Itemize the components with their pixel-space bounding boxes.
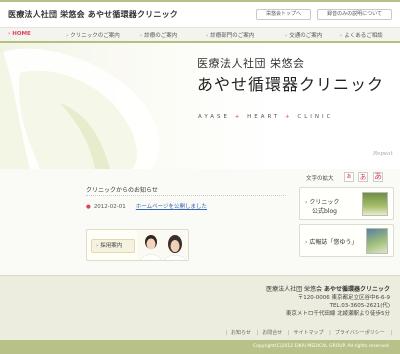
tagline-word: CLINIC [297, 114, 334, 120]
footer-access: 東京メトロ千代田線 北綾瀬駅より徒歩5分 [285, 311, 390, 317]
arrow-icon: › [140, 33, 143, 39]
hero-banner: 医療法人社団 栄悠会 あやせ循環器クリニック AYASE + HEART + C… [0, 43, 400, 169]
group-top-button[interactable]: 栄悠会トップへ [256, 9, 311, 20]
font-size-medium-button[interactable]: あ [358, 172, 368, 182]
site-footer: 医療法人社団 栄悠会 あやせ循環器クリニック 〒120-0006 東京都足立区谷… [0, 275, 400, 354]
footer-links: | お知らせ | お問合せ | サイトマップ | プライバシーポリシー | [221, 329, 392, 336]
hero-tagline: AYASE + HEART + CLINIC [198, 114, 333, 120]
arrow-icon: › [305, 199, 308, 206]
nav-item-label: HOME [12, 31, 31, 37]
nav-item-treatment[interactable]: › 診療のご案内 [140, 31, 177, 39]
nav-item-label: 診療のご案内 [144, 33, 178, 39]
footer-link-contact[interactable]: お問合せ [262, 330, 282, 336]
footer-address: 〒120-0006 東京都足立区谷中6-6-9 [297, 295, 390, 301]
pr-magazine-banner[interactable]: › 広報誌「悠ゆう」 [299, 224, 394, 257]
header-logo[interactable]: 医療法人社団 栄悠会 あやせ循環器クリニック [8, 9, 178, 20]
pr-magazine-thumbnail [366, 228, 388, 254]
nav-item-label: 診療部門のご案内 [210, 33, 255, 39]
arrow-icon: › [96, 243, 99, 249]
main-content: クリニックからのお知らせ ● 2012-02-01 ホームページを公開しました › 採… [0, 169, 400, 275]
arrow-icon: › [8, 31, 11, 37]
nav-item-clinic[interactable]: › クリニックのご案内 [66, 31, 120, 39]
arrow-icon: › [285, 33, 288, 39]
arrow-icon: › [305, 239, 308, 246]
recording-info-button[interactable]: 録音のみの説明について [317, 9, 392, 20]
footer-name: 医療法人社団 栄悠会 あやせ循環器クリニック [266, 284, 390, 293]
plus-icon: + [285, 114, 293, 120]
footer-clinic: あやせ循環器クリニック [323, 286, 390, 293]
repeat-label: Repeat [373, 151, 393, 157]
footer-link-sitemap[interactable]: サイトマップ [294, 330, 324, 336]
separator: | [329, 330, 331, 336]
footer-link-privacy[interactable]: プライバシーポリシー [335, 330, 385, 336]
footer-tel: TEL.03-3605-2621(代) [329, 303, 390, 309]
blog-thumbnail [362, 192, 388, 216]
news-link[interactable]: ホームページを公開しました [136, 204, 207, 210]
site-header: 医療法人社団 栄悠会 あやせ循環器クリニック 栄悠会トップへ 録音のみの説明につ… [0, 2, 400, 26]
recruit-banner[interactable]: › 採用案内 [86, 229, 189, 261]
copyright: Copyright(C)2012 EIKAI MEDICAL GROUP. Al… [253, 344, 390, 349]
tagline-word: AYASE [198, 114, 230, 120]
footer-bar: Copyright(C)2012 EIKAI MEDICAL GROUP. Al… [0, 340, 400, 354]
tagline-word: HEART [247, 114, 281, 120]
arrow-icon: › [66, 33, 69, 39]
pr-label: › 広報誌「悠ゆう」 [305, 237, 357, 246]
arrow-icon: › [206, 33, 209, 39]
footer-org: 医療法人社団 栄悠会 [266, 286, 323, 293]
news-date: 2012-02-01 [93, 204, 126, 210]
recruit-label: 採用案内 [100, 243, 123, 249]
font-size-label: 文字の拡大 [306, 176, 334, 182]
hero-clinic-name: あやせ循環器クリニック [197, 75, 385, 94]
hero-org-name: 医療法人社団 栄悠会 [197, 57, 305, 70]
separator: | [256, 330, 259, 336]
plus-icon: + [234, 114, 243, 120]
footer-link-news[interactable]: お知らせ [231, 330, 251, 336]
nav-item-departments[interactable]: › 診療部門のご案内 [206, 31, 254, 39]
recruit-button[interactable]: › 採用案内 [91, 239, 135, 253]
pr-magazine-label: 広報誌「悠ゆう」 [309, 239, 358, 246]
nav-item-access[interactable]: › 交通のご案内 [285, 31, 322, 39]
news-divider [86, 195, 286, 196]
staff-photo [137, 230, 188, 260]
global-nav: › HOME › クリニックのご案内 › 診療のご案内 › 診療部門のご案内 › 交通のご… [0, 27, 400, 43]
font-size-large-button[interactable]: あ [373, 172, 383, 182]
news-heading: クリニックからのお知らせ [86, 187, 158, 194]
blog-line-2: 公式blog [312, 208, 337, 215]
nav-item-home[interactable]: › HOME [8, 31, 31, 37]
arrow-icon: › [340, 33, 343, 39]
blog-label: › クリニック [305, 197, 339, 206]
font-size-small-button[interactable]: あ [344, 172, 354, 182]
nav-item-label: よくあるご相談 [344, 33, 383, 39]
separator: | [225, 330, 228, 336]
nav-item-label: 交通のご案内 [289, 33, 323, 39]
nav-item-label: クリニックのご案内 [70, 33, 120, 39]
news-item: ● 2012-02-01 ホームページを公開しました [86, 202, 207, 210]
separator: | [287, 330, 290, 336]
blog-banner[interactable]: › クリニック 公式blog [299, 187, 394, 220]
nav-item-faq[interactable]: › よくあるご相談 [340, 31, 383, 39]
blog-line-1: クリニック [309, 199, 340, 206]
separator: | [390, 330, 392, 336]
bullet-icon: ● [86, 204, 91, 210]
